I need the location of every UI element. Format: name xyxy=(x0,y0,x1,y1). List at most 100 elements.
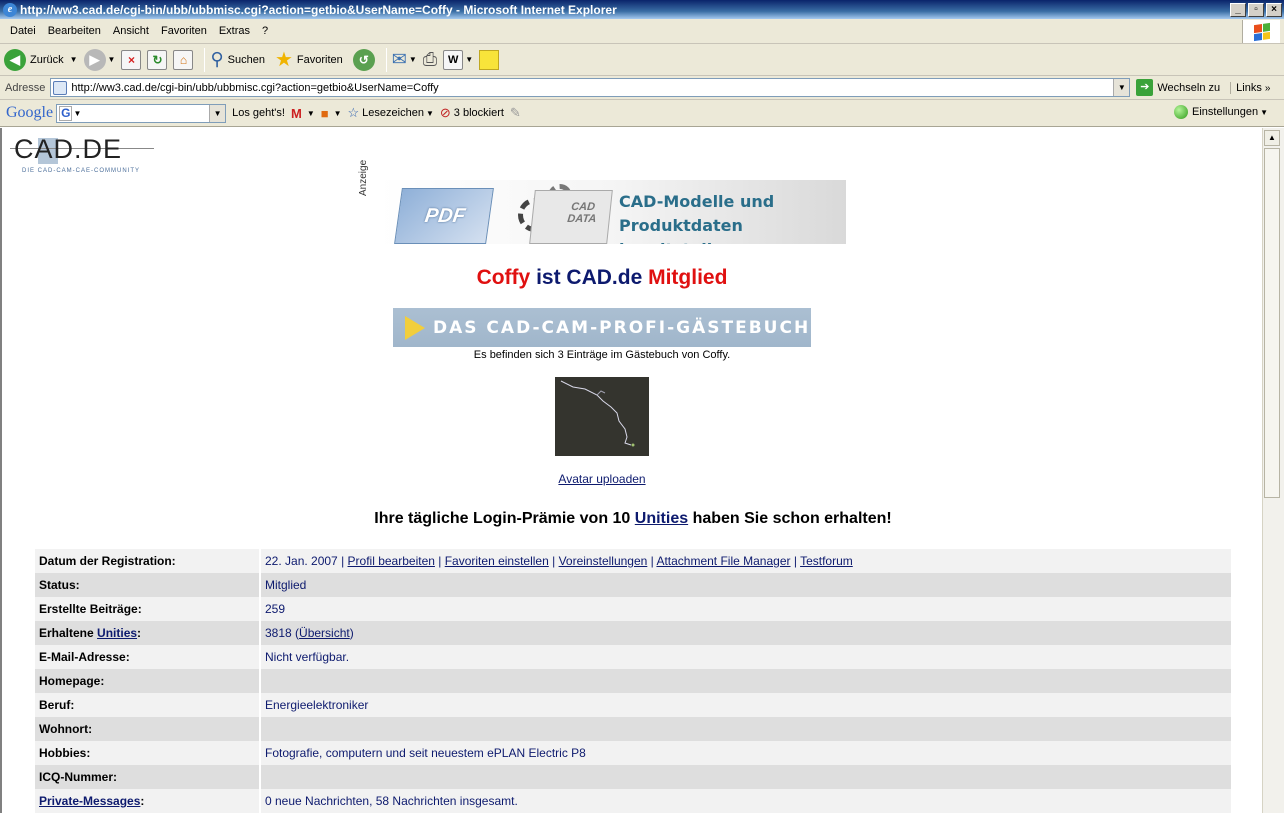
news-button[interactable]: ■ ▼ xyxy=(321,106,342,121)
menu-ansicht[interactable]: Ansicht xyxy=(107,25,155,37)
menu-favoriten[interactable]: Favoriten xyxy=(155,25,213,37)
menu-bearbeiten[interactable]: Bearbeiten xyxy=(42,25,107,37)
hobbies-value: Fotografie, computern und seit neuestem … xyxy=(261,741,1231,765)
star-outline-icon: ☆ xyxy=(347,105,360,120)
table-row: Beruf: Energieelektroniker xyxy=(35,693,1231,717)
status-dot-icon xyxy=(1174,105,1189,119)
autofill-button[interactable]: ✎ xyxy=(510,105,524,121)
unities-link[interactable]: Unities xyxy=(635,510,688,527)
notes-button[interactable] xyxy=(479,47,500,73)
address-input[interactable]: http://ww3.cad.de/cgi-bin/ubb/ubbmisc.cg… xyxy=(50,78,1131,97)
history-button[interactable]: ↺ xyxy=(352,47,375,73)
unities-label: Erhaltene Unities: xyxy=(35,621,261,645)
chevron-down-icon[interactable]: ▼ xyxy=(209,104,226,122)
links-button[interactable]: Links » xyxy=(1230,81,1270,94)
cad-logo[interactable]: CAD.DE DIE CAD-CAM-CAE-COMMUNITY xyxy=(10,134,154,178)
settings-button[interactable]: Einstellungen ▼ xyxy=(1174,105,1268,119)
wohnort-label: Wohnort: xyxy=(35,717,261,741)
guestbook-banner-text: DAS CAD-CAM-PROFI-GÄSTEBUCH xyxy=(433,317,811,338)
home-button[interactable]: ⌂ xyxy=(173,47,194,73)
table-row: Erhaltene Unities: 3818 (Übersicht) xyxy=(35,621,1231,645)
minimize-button[interactable]: _ xyxy=(1230,2,1246,17)
chevron-down-icon[interactable]: ▼ xyxy=(1113,79,1130,96)
beruf-label: Beruf: xyxy=(35,693,261,717)
pm-label: Private-Messages: xyxy=(35,789,261,813)
menu-help[interactable]: ? xyxy=(256,25,274,37)
go-button[interactable]: ➔ Wechseln zu xyxy=(1136,79,1220,96)
star-icon: ★ xyxy=(274,49,293,71)
avatar-upload-link[interactable]: Avatar uploaden xyxy=(558,472,645,486)
google-search-button[interactable]: Los geht's! xyxy=(232,107,285,119)
maximize-button[interactable]: ▫ xyxy=(1248,2,1264,17)
unities-open: ( xyxy=(291,626,300,640)
scroll-up-icon[interactable]: ▲ xyxy=(1264,130,1280,146)
mail-button[interactable]: ✉ ▼ xyxy=(392,47,417,73)
forward-button[interactable]: ▶ ▼ xyxy=(83,47,115,73)
bookmarks-label: Lesezeichen xyxy=(362,107,424,119)
standard-toolbar: ◀ Zurück ▼ ▶ ▼ × ↻ ⌂ ⚲ Suchen ★ Favorite… xyxy=(0,44,1284,76)
pm-value: 0 neue Nachrichten, 58 Nachrichten insge… xyxy=(261,789,1231,813)
search-button[interactable]: ⚲ Suchen xyxy=(210,47,269,73)
refresh-button[interactable]: ↻ xyxy=(147,47,168,73)
ad-text-line1: CAD-Modelle und xyxy=(619,192,775,211)
menu-datei[interactable]: Datei xyxy=(4,25,42,37)
unities-overview-link[interactable]: Übersicht xyxy=(299,626,350,640)
go-arrow-icon: ➔ xyxy=(1136,79,1154,96)
google-logo[interactable]: Google xyxy=(6,104,53,122)
address-bar: Adresse http://ww3.cad.de/cgi-bin/ubb/ub… xyxy=(0,76,1284,100)
private-messages-link[interactable]: Private-Messages xyxy=(39,794,140,808)
chevron-down-icon: ▼ xyxy=(306,108,315,118)
print-icon: ⎙ xyxy=(422,49,438,69)
bookmarks-button[interactable]: ☆ Lesezeichen ▼ xyxy=(348,105,434,121)
google-search-input[interactable]: G ▼ ▼ xyxy=(56,103,227,123)
favorites-button[interactable]: ★ Favoriten xyxy=(275,47,347,73)
news-icon: ■ xyxy=(320,105,329,121)
avatar xyxy=(555,377,649,456)
login-post: haben Sie schon erhalten! xyxy=(688,510,892,527)
chevron-down-icon: ▼ xyxy=(333,108,342,118)
stop-icon: × xyxy=(121,49,142,70)
ad-doc2-label: CAD DATA xyxy=(566,201,597,225)
gmail-icon: M xyxy=(290,105,302,121)
preferences-link[interactable]: Voreinstellungen xyxy=(559,554,648,568)
unities-label-link[interactable]: Unities xyxy=(97,626,137,640)
home-icon: ⌂ xyxy=(173,49,194,70)
email-label: E-Mail-Adresse: xyxy=(35,645,261,669)
guestbook-note: Es befinden sich 3 Einträge im Gästebuch… xyxy=(473,349,731,361)
logo-tagline: DIE CAD-CAM-CAE-COMMUNITY xyxy=(22,168,140,174)
popup-blocker-button[interactable]: ⊘ 3 blockiert xyxy=(440,105,504,121)
status-label: Status: xyxy=(35,573,261,597)
ad-doc1-label: PDF xyxy=(423,205,467,227)
gmail-button[interactable]: M ▼ xyxy=(291,106,315,121)
vertical-scrollbar[interactable]: ▲ xyxy=(1262,128,1284,813)
unities-value: 3818 xyxy=(265,626,292,640)
favorites-settings-link[interactable]: Favoriten einstellen xyxy=(445,554,549,568)
homepage-value xyxy=(261,669,1231,693)
ad-text-line2: Produktdaten bereitstellen... xyxy=(619,216,753,244)
reg-value: 22. Jan. 2007 | Profil bearbeiten | Favo… xyxy=(261,549,1231,573)
unities-label-post: : xyxy=(137,626,142,640)
google-toolbar: Google G ▼ ▼ Los geht's! M ▼ ■ ▼ ☆ Lesezeic… xyxy=(0,100,1284,127)
print-button[interactable]: ⎙ xyxy=(423,47,437,73)
guestbook-banner[interactable]: DAS CAD-CAM-PROFI-GÄSTEBUCH xyxy=(393,308,811,347)
close-button[interactable]: × xyxy=(1266,2,1282,17)
attachment-manager-link[interactable]: Attachment File Manager xyxy=(656,554,790,568)
page-content: CAD.DE DIE CAD-CAM-CAE-COMMUNITY Anzeige… xyxy=(0,128,1262,813)
profile-table: Datum der Registration: 22. Jan. 2007 | … xyxy=(35,549,1231,813)
table-row: Homepage: xyxy=(35,669,1231,693)
edit-button[interactable]: W ▼ xyxy=(443,47,473,73)
chevron-down-icon: ▼ xyxy=(425,108,434,118)
ad-banner[interactable]: PDF CAD DATA CAD-Modelle und Produktdate… xyxy=(378,180,846,244)
testforum-link[interactable]: Testforum xyxy=(800,554,853,568)
edit-profile-link[interactable]: Profil bearbeiten xyxy=(348,554,435,568)
scroll-thumb[interactable] xyxy=(1264,148,1280,498)
table-row: Erstellte Beiträge: 259 xyxy=(35,597,1231,621)
login-pre: Ihre tägliche Login-Prämie von 10 xyxy=(374,510,635,527)
logo-word: CAD.DE xyxy=(14,134,123,164)
table-row: Status: Mitglied xyxy=(35,573,1231,597)
chevron-down-icon: ▼ xyxy=(69,55,78,64)
stop-button[interactable]: × xyxy=(121,47,142,73)
back-button[interactable]: ◀ Zurück ▼ xyxy=(4,47,78,73)
menu-extras[interactable]: Extras xyxy=(213,25,256,37)
icq-label: ICQ-Nummer: xyxy=(35,765,261,789)
